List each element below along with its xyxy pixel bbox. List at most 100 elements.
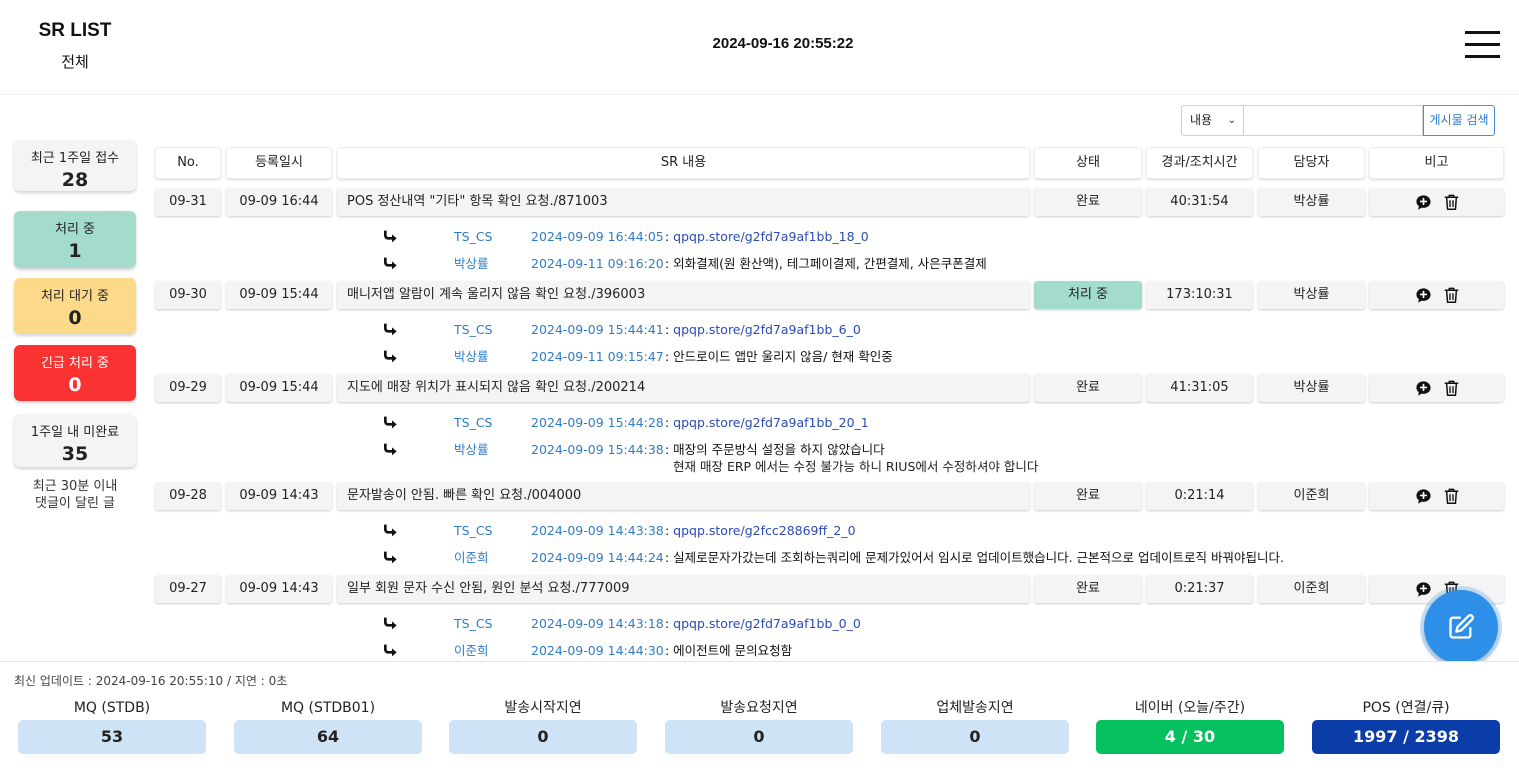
row-content[interactable]: 지도에 매장 위치가 표시되지 않음 확인 요청./200214 — [337, 374, 1030, 402]
metric: 발송요청지연 0 — [665, 698, 853, 754]
row-no: 09-28 — [155, 482, 221, 510]
comment-author: 이준희 — [454, 550, 489, 565]
reply-arrow — [382, 349, 398, 365]
trash-icon[interactable] — [1444, 488, 1459, 505]
hamburger-menu-icon[interactable] — [1465, 31, 1500, 58]
metric: 업체발송지연 0 — [881, 698, 1069, 754]
row-elapsed: 0:21:14 — [1146, 482, 1253, 510]
comment-text: 안드로이드 앱만 울리지 않음/ 현재 확인중 — [673, 349, 893, 364]
row-content[interactable]: 매니저앱 알람이 계속 울리지 않음 확인 요청./396003 — [337, 281, 1030, 309]
metric: MQ (STDB) 53 — [18, 698, 206, 754]
metric-value: 4 / 30 — [1096, 720, 1284, 754]
chevron-down-icon: ⌄ — [1227, 115, 1236, 126]
comment-link[interactable]: qpqp.store/g2fd7a9af1bb_18_0 — [673, 229, 869, 244]
metric: 발송시작지연 0 — [449, 698, 637, 754]
comment-separator: : — [661, 256, 674, 271]
reply-arrow — [382, 229, 398, 245]
search-field-select-value: 내용 — [1190, 113, 1213, 127]
comment-separator: : — [661, 643, 674, 658]
trash-icon[interactable] — [1444, 287, 1459, 304]
reply-arrow-icon — [384, 416, 397, 429]
row-date: 09-09 15:44 — [226, 281, 332, 309]
comment-separator: : — [661, 229, 674, 244]
comment-row: 박상률 2024-09-11 09:16:20 : 외화결제(원 환산액), 테그… — [0, 254, 1519, 274]
comment-time: 2024-09-11 09:16:20 — [531, 256, 664, 271]
comment-text: 매장의 주문방식 설정을 하지 않았습니다 — [673, 442, 885, 457]
comment-time: 2024-09-09 14:44:30 — [531, 643, 664, 658]
comment-time: 2024-09-09 15:44:38 — [531, 442, 664, 457]
recent-week-card[interactable]: 최근 1주일 접수 28 — [14, 140, 136, 191]
metric-label: MQ (STDB) — [73, 700, 151, 716]
header-remarks: 비고 — [1369, 147, 1504, 179]
row-date: 09-09 14:43 — [226, 482, 332, 510]
comment-time: 2024-09-09 15:44:41 — [531, 322, 664, 337]
recent-comments-note-line1: 최근 30분 이내 — [32, 479, 118, 494]
comment-row: 박상률 2024-09-11 09:15:47 : 안드로이드 앱만 울리지 않음… — [0, 347, 1519, 367]
reply-arrow — [382, 322, 398, 338]
row-elapsed: 40:31:54 — [1146, 188, 1253, 216]
trash-icon[interactable] — [1444, 380, 1459, 397]
recent-week-card-count: 28 — [61, 169, 89, 191]
comment-author: TS_CS — [454, 523, 493, 538]
comment-row: TS_CS 2024-09-09 14:43:18 : qpqp.store/g2… — [0, 614, 1519, 634]
metric: POS (연결/큐) 1997 / 2398 — [1312, 698, 1500, 754]
reply-arrow-icon — [384, 617, 397, 630]
reply-arrow-icon — [384, 230, 397, 243]
current-datetime: 2024-09-16 20:55:22 — [712, 35, 854, 52]
comment-link[interactable]: qpqp.store/g2fcc28869ff_2_0 — [673, 523, 855, 538]
comment-separator: : — [661, 616, 674, 631]
waiting-card-label: 처리 대기 중 — [40, 289, 110, 304]
reply-arrow — [382, 523, 398, 539]
row-actions — [1369, 374, 1504, 402]
comment-link[interactable]: qpqp.store/g2fd7a9af1bb_20_1 — [673, 415, 869, 430]
comment-separator: : — [661, 415, 674, 430]
write-button[interactable] — [1424, 590, 1498, 664]
comment-author: TS_CS — [454, 322, 493, 337]
comment-plus-icon[interactable] — [1415, 380, 1432, 397]
row-actions — [1369, 482, 1504, 510]
comment-separator: : — [661, 550, 674, 565]
row-date: 09-09 14:43 — [226, 575, 332, 603]
row-no: 09-31 — [155, 188, 221, 216]
comment-plus-icon[interactable] — [1415, 287, 1432, 304]
page-title: SR LIST — [38, 20, 112, 41]
header-status: 상태 — [1034, 147, 1142, 179]
header-content: SR 내용 — [337, 147, 1030, 179]
comment-link[interactable]: qpqp.store/g2fd7a9af1bb_6_0 — [673, 322, 861, 337]
search-field-select[interactable]: 내용 ⌄ — [1181, 105, 1244, 136]
row-owner: 박상률 — [1258, 188, 1365, 216]
comment-author: 박상률 — [454, 442, 489, 457]
urgent-card-count: 0 — [68, 374, 82, 396]
metric-value: 0 — [665, 720, 853, 754]
row-date: 09-09 16:44 — [226, 188, 332, 216]
reply-arrow-icon — [384, 323, 397, 336]
metric-value: 0 — [881, 720, 1069, 754]
header-no: No. — [155, 147, 221, 179]
comment-link[interactable]: qpqp.store/g2fd7a9af1bb_0_0 — [673, 616, 861, 631]
row-content[interactable]: 문자발송이 안됨. 빠른 확인 요청./004000 — [337, 482, 1030, 510]
trash-icon[interactable] — [1444, 194, 1459, 211]
row-content[interactable]: POS 정산내역 "기타" 항목 확인 요청./871003 — [337, 188, 1030, 216]
comment-plus-icon[interactable] — [1415, 488, 1432, 505]
comment-row: 이준희 2024-09-09 14:44:24 : 실제로문자가갔는데 조회하는쿼… — [0, 548, 1519, 568]
comment-time: 2024-09-09 14:43:38 — [531, 523, 664, 538]
comment-plus-icon[interactable] — [1415, 581, 1432, 598]
recent-comments-note-line2: 댓글이 달린 글 — [34, 496, 116, 511]
reply-arrow — [382, 256, 398, 272]
row-status: 완료 — [1034, 575, 1142, 603]
comment-text: 외화결제(원 환산액), 테그페이결제, 간편결제, 사은쿠폰결제 — [673, 256, 987, 271]
reply-arrow — [382, 616, 398, 632]
metric-label: POS (연결/큐) — [1362, 700, 1450, 716]
metric-label: 발송시작지연 — [504, 700, 582, 716]
search-button[interactable]: 게시물 검색 — [1423, 105, 1495, 136]
recent-comments-note[interactable]: 최근 30분 이내 댓글이 달린 글 — [14, 478, 136, 512]
comment-plus-icon[interactable] — [1415, 194, 1432, 211]
row-content[interactable]: 일부 회원 문자 수신 안됨, 원인 분석 요청./777009 — [337, 575, 1030, 603]
comment-separator: : — [661, 349, 674, 364]
row-elapsed: 0:21:37 — [1146, 575, 1253, 603]
search-input[interactable] — [1244, 105, 1423, 136]
reply-arrow-icon — [384, 257, 397, 270]
page-subtitle: 전체 — [61, 53, 89, 71]
metric-value: 64 — [234, 720, 422, 754]
comment-time: 2024-09-09 14:43:18 — [531, 616, 664, 631]
